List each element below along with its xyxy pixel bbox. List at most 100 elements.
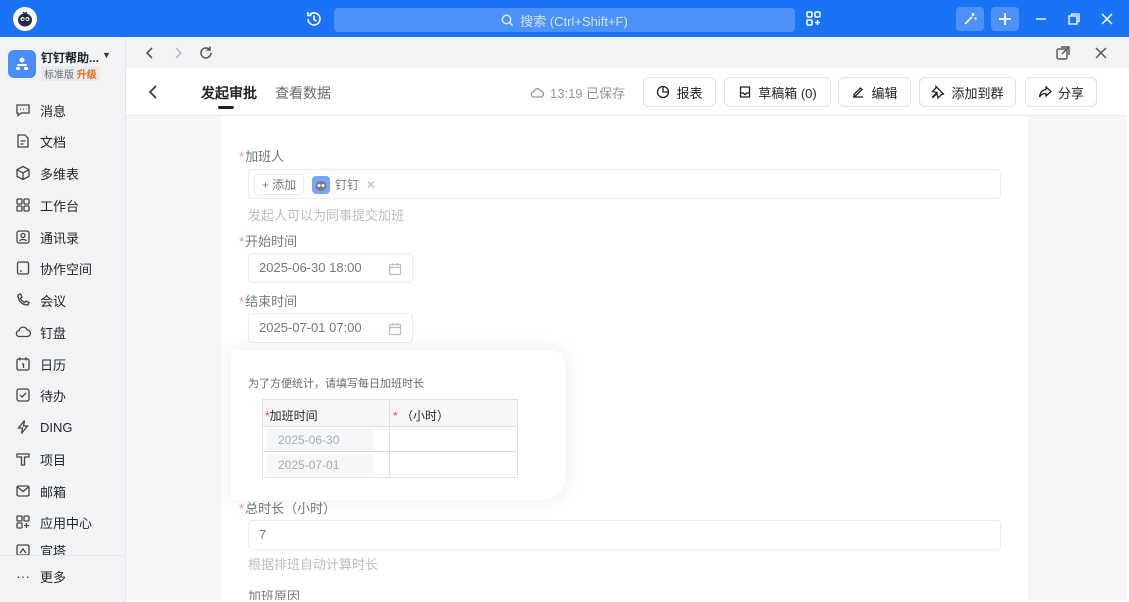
sidebar-item-label: 项目: [40, 452, 67, 468]
daily-hours-spotlight: 为了方便统计，请填写每日加班时长 *加班时间 * （小时） 2025-06-30…: [231, 350, 566, 500]
report-label: 报表: [676, 85, 703, 101]
sidebar-item-label: 宣塔: [40, 544, 67, 555]
sidebar-item-label: DING: [40, 419, 73, 435]
sidebar-item-mail[interactable]: 邮箱: [14, 479, 118, 503]
meeting-icon: [14, 291, 32, 309]
upgrade-link[interactable]: 升级: [77, 70, 97, 81]
sidebar-item-label: 日历: [40, 357, 67, 373]
global-search-input[interactable]: 搜索 (Ctrl+Shift+F): [334, 8, 795, 32]
active-tab-indicator: [218, 106, 234, 109]
forward-arrow-icon[interactable]: [168, 43, 188, 63]
table-row: 2025-06-30: [263, 427, 517, 452]
table-row: 2025-07-01: [263, 452, 517, 477]
report-icon: [657, 85, 670, 99]
chevron-left-icon[interactable]: [144, 82, 164, 102]
open-external-icon[interactable]: [1053, 43, 1073, 63]
restore-button[interactable]: [1060, 7, 1088, 31]
cloud-icon: [530, 87, 544, 98]
col-hours-text: （小时）: [401, 409, 450, 423]
message-icon: [14, 101, 32, 119]
sidebar-item-workspace[interactable]: 协作空间: [14, 256, 118, 280]
table-header: *加班时间 * （小时）: [263, 400, 517, 427]
sidebar-item-contacts[interactable]: 通讯录: [14, 225, 118, 249]
cloud-drive-icon: [14, 323, 32, 341]
workbench-icon: [14, 196, 32, 214]
sidebar-item-label: 待办: [40, 388, 67, 404]
search-placeholder: 搜索 (Ctrl+Shift+F): [520, 13, 628, 29]
back-arrow-icon[interactable]: [140, 43, 160, 63]
sidebar-more[interactable]: ··· 更多: [14, 564, 118, 588]
org-name: 钉钉帮助...: [41, 51, 100, 65]
caret-down-icon: ▼: [102, 50, 111, 60]
sidebar: 钉钉帮助... ▼ 标准版 升级 消息 文档 多维表 工作台 通讯录 协作空间 …: [0, 37, 126, 602]
sidebar-item-label: 邮箱: [40, 484, 67, 500]
org-avatar: [8, 50, 36, 78]
add-to-group-button[interactable]: 添加到群: [919, 77, 1016, 107]
sidebar-item-app-center[interactable]: 应用中心: [14, 510, 118, 534]
edit-pencil-icon: [853, 87, 864, 98]
project-icon: [14, 450, 32, 468]
close-tab-icon[interactable]: [1091, 43, 1111, 63]
sidebar-item-label: 多维表: [40, 166, 80, 182]
tab-view-data[interactable]: 查看数据: [275, 83, 331, 103]
sidebar-item-calendar[interactable]: 日历: [14, 352, 118, 376]
sidebar-item-label: 消息: [40, 103, 67, 119]
create-plus-button[interactable]: [991, 7, 1019, 31]
sidebar-item-drive[interactable]: 钉盘: [14, 320, 118, 344]
org-plan-badge: 标准版 升级: [41, 66, 100, 81]
tab-submit-approval[interactable]: 发起审批: [201, 83, 257, 103]
sidebar-item-label: 工作台: [40, 198, 80, 214]
row-date: 2025-07-01: [267, 454, 373, 475]
history-icon[interactable]: [304, 9, 324, 29]
sidebar-item-ding[interactable]: DING: [14, 415, 118, 439]
broadcast-icon: [14, 541, 32, 555]
sidebar-item-messages[interactable]: 消息: [14, 98, 118, 122]
sidebar-item-meeting[interactable]: 会议: [14, 288, 118, 312]
close-window-button[interactable]: [1093, 7, 1121, 31]
dingtalk-logo-icon[interactable]: [13, 7, 37, 31]
col-overtime-date: *加班时间: [265, 409, 318, 423]
daily-hours-hint: 为了方便统计，请填写每日加班时长: [248, 378, 424, 390]
apps-grid-icon[interactable]: [804, 9, 824, 29]
edit-button[interactable]: 编辑: [838, 77, 911, 107]
calendar-icon: [14, 355, 32, 373]
drafts-button[interactable]: 草稿箱 (0): [724, 77, 831, 107]
drafts-label: 草稿箱 (0): [758, 85, 817, 101]
mail-icon: [14, 482, 32, 500]
sidebar-item-todo[interactable]: 待办: [14, 383, 118, 407]
ai-assistant-icon[interactable]: [956, 7, 984, 31]
save-status: 13:19 已保存: [530, 83, 625, 102]
sidebar-item-project[interactable]: 项目: [14, 447, 118, 471]
org-switcher[interactable]: 钉钉帮助... ▼ 标准版 升级: [8, 47, 120, 83]
save-status-text: 13:19 已保存: [550, 86, 626, 101]
share-button[interactable]: 分享: [1025, 77, 1097, 107]
contacts-icon: [14, 228, 32, 246]
minimize-button[interactable]: [1027, 7, 1055, 31]
add-to-group-label: 添加到群: [951, 85, 1004, 101]
todo-icon: [14, 386, 32, 404]
sidebar-item-multitable[interactable]: 多维表: [14, 161, 118, 185]
app-center-icon: [14, 513, 32, 531]
sidebar-item-label: 应用中心: [40, 515, 93, 531]
title-bar: 搜索 (Ctrl+Shift+F): [0, 0, 1129, 37]
sidebar-item-label: 钉盘: [40, 325, 67, 341]
refresh-icon[interactable]: [196, 43, 216, 63]
sidebar-item-broadcast[interactable]: 宣塔: [14, 541, 118, 555]
cube-icon: [14, 164, 32, 182]
plan-label: 标准版: [44, 70, 74, 81]
drafts-icon: [740, 86, 751, 98]
sidebar-item-label: 协作空间: [40, 261, 93, 277]
col-overtime-date-text: 加班时间: [269, 409, 318, 423]
share-icon: [1038, 85, 1052, 98]
more-dots-icon: ···: [16, 568, 30, 584]
search-icon: [501, 14, 514, 26]
sidebar-item-docs[interactable]: 文档: [14, 129, 118, 153]
page-nav-bar: [126, 37, 1129, 68]
report-button[interactable]: 报表: [643, 77, 716, 107]
sidebar-item-workbench[interactable]: 工作台: [14, 193, 118, 217]
approval-header: 发起审批 查看数据 13:19 已保存 报表 草稿箱 (0) 编辑 添加到群 分…: [126, 68, 1127, 116]
share-label: 分享: [1057, 85, 1084, 101]
sidebar-more-label: 更多: [40, 569, 67, 585]
pin-icon: [931, 85, 946, 99]
sidebar-item-label: 文档: [40, 134, 67, 150]
